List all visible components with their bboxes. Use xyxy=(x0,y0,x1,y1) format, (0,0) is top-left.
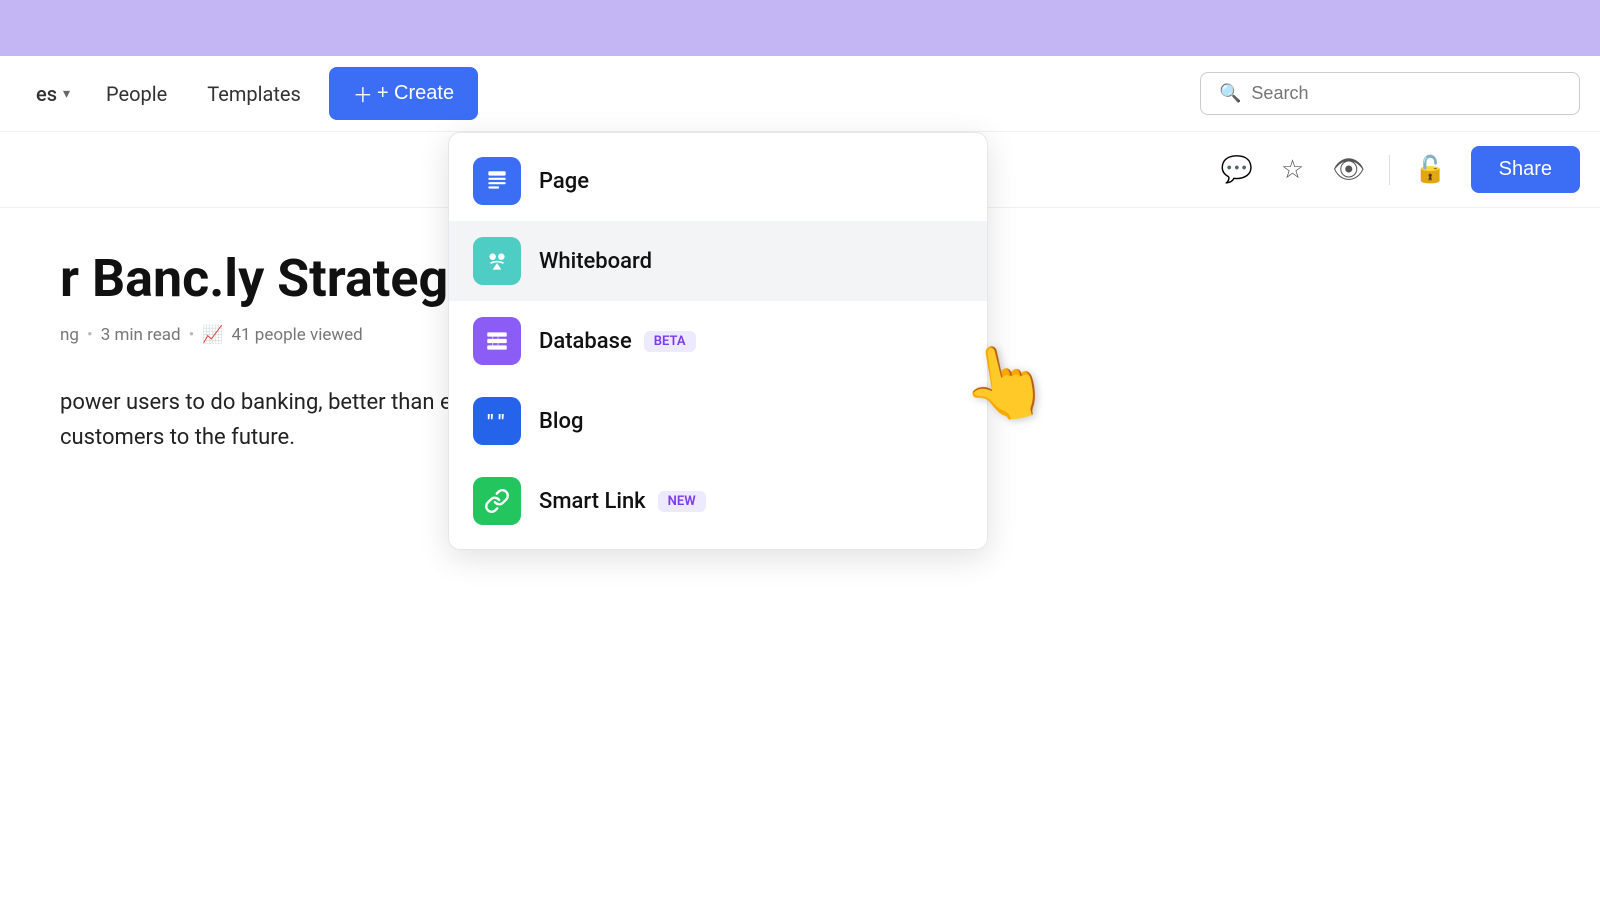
page-item-row: Page xyxy=(539,169,589,194)
dropdown-item-smartlink[interactable]: Smart Link NEW xyxy=(449,461,987,541)
database-item-row: Database BETA xyxy=(539,329,696,354)
eye-icon: 👁 xyxy=(1332,154,1365,185)
star-icon: ☆ xyxy=(1281,154,1304,185)
lock-icon: 🔓 xyxy=(1414,154,1446,185)
search-box[interactable]: 🔍 xyxy=(1200,72,1580,115)
page-icon xyxy=(484,168,510,194)
navbar: es ▾ People Templates ＋ + Create 🔍 xyxy=(0,56,1600,132)
view-count: 41 people viewed xyxy=(231,325,362,345)
svg-text:": " xyxy=(498,411,504,434)
smartlink-icon-bg xyxy=(473,477,521,525)
chevron-down-icon: ▾ xyxy=(63,86,70,102)
whiteboard-icon xyxy=(484,248,510,274)
comment-icon-button[interactable]: 💬 xyxy=(1217,150,1257,189)
database-icon-bg xyxy=(473,317,521,365)
blog-icon: " " xyxy=(484,408,510,434)
page-icon-bg xyxy=(473,157,521,205)
dropdown-item-database[interactable]: Database BETA xyxy=(449,301,987,381)
svg-text:": " xyxy=(487,411,493,434)
whiteboard-icon-bg xyxy=(473,237,521,285)
nav-left: es ▾ People Templates ＋ + Create xyxy=(20,67,478,120)
share-button[interactable]: Share xyxy=(1471,146,1580,193)
database-icon xyxy=(484,328,510,354)
create-dropdown: Page Whiteboard Dat xyxy=(448,132,988,550)
trend-icon: 📈 xyxy=(202,325,223,345)
nav-right: 🔍 xyxy=(1200,72,1580,115)
eye-icon-button[interactable]: 👁 xyxy=(1328,150,1369,189)
search-icon: 🔍 xyxy=(1219,83,1241,104)
dot-separator-2: • xyxy=(189,325,195,345)
nav-item-people[interactable]: People xyxy=(86,74,187,114)
blog-item-row: Blog xyxy=(539,409,583,434)
smartlink-item-row: Smart Link NEW xyxy=(539,489,706,514)
spaces-label: es xyxy=(36,82,57,106)
create-plus-icon: ＋ xyxy=(353,79,373,108)
read-time: 3 min read xyxy=(101,325,181,345)
whiteboard-item-label: Whiteboard xyxy=(539,249,652,274)
smartlink-icon xyxy=(484,488,510,514)
nav-item-templates[interactable]: Templates xyxy=(187,74,321,114)
page-item-label: Page xyxy=(539,169,589,194)
dropdown-item-blog[interactable]: " " Blog xyxy=(449,381,987,461)
dot-separator-1: • xyxy=(87,325,93,345)
smartlink-item-label: Smart Link xyxy=(539,489,646,514)
star-icon-button[interactable]: ☆ xyxy=(1277,150,1308,189)
top-banner xyxy=(0,0,1600,56)
new-badge: NEW xyxy=(658,491,706,512)
beta-badge: BETA xyxy=(644,331,696,352)
create-button[interactable]: ＋ + Create xyxy=(329,67,478,120)
dropdown-item-page[interactable]: Page xyxy=(449,141,987,221)
nav-item-spaces[interactable]: es ▾ xyxy=(20,74,86,114)
author: ng xyxy=(60,325,79,345)
blog-item-label: Blog xyxy=(539,409,583,434)
blog-icon-bg: " " xyxy=(473,397,521,445)
whiteboard-item-row: Whiteboard xyxy=(539,249,652,274)
database-item-label: Database xyxy=(539,329,632,354)
toolbar-divider xyxy=(1389,155,1390,185)
dropdown-item-whiteboard[interactable]: Whiteboard xyxy=(449,221,987,301)
comment-icon: 💬 xyxy=(1221,154,1253,185)
search-input[interactable] xyxy=(1251,83,1561,104)
toolbar-right: 💬 ☆ 👁 🔓 Share xyxy=(1217,146,1580,193)
lock-icon-button[interactable]: 🔓 xyxy=(1410,150,1450,189)
